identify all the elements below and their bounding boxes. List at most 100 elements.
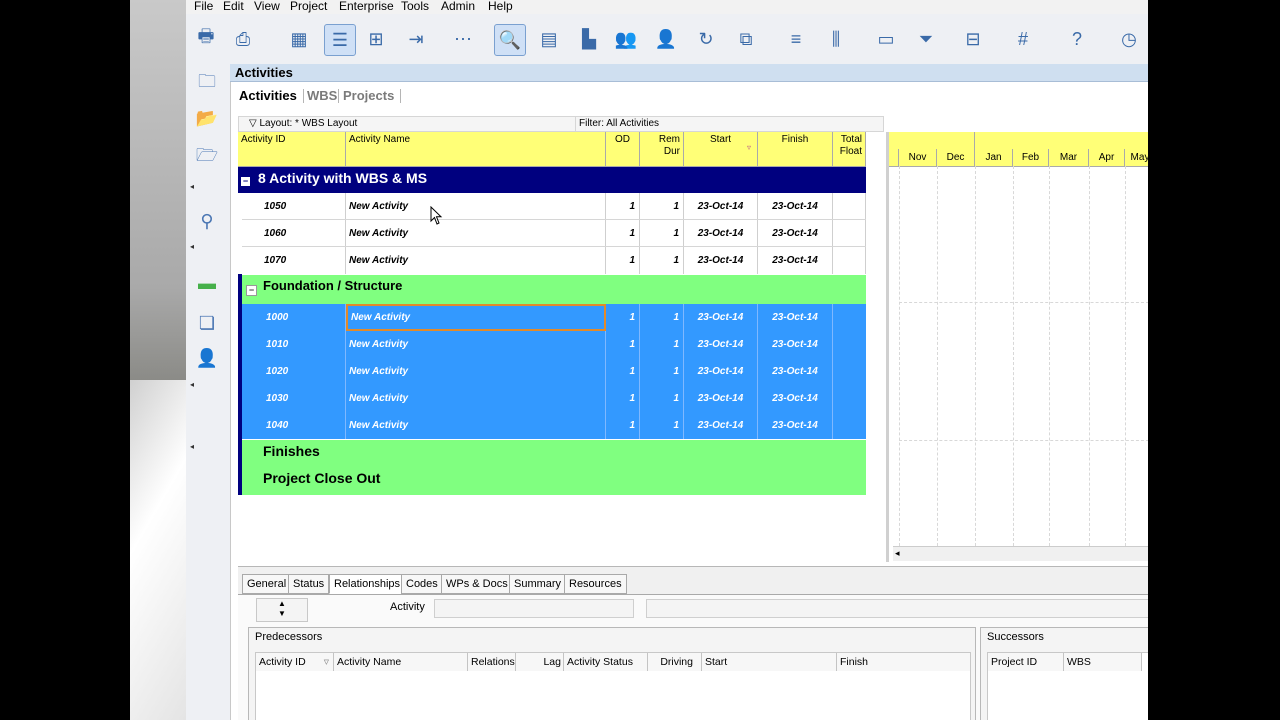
table-row[interactable]: 1040 New Activity 1 1 23-Oct-14 23-Oct-1…	[242, 412, 866, 439]
pred-col-activity-name[interactable]: Activity Name	[334, 653, 468, 671]
col-activity-id[interactable]: Activity ID	[238, 132, 346, 166]
columns-icon[interactable]: ⫼	[821, 24, 851, 54]
activity-bar-icon[interactable]: ▬	[192, 269, 222, 297]
layout-dropdown[interactable]: ▽ Layout: * WBS Layout	[249, 117, 357, 131]
bars-icon[interactable]: ≡	[781, 24, 811, 54]
activity-details-pane: General Status Relationships Codes WPs &…	[238, 566, 1148, 720]
clock-icon[interactable]: ◷	[1114, 24, 1144, 54]
menu-help[interactable]: Help	[488, 0, 513, 13]
wbs-finishes-row[interactable]: Finishes	[242, 440, 866, 467]
collapse-icon[interactable]: −	[241, 177, 250, 186]
collapse-icon[interactable]: −	[246, 285, 257, 296]
col-total-float[interactable]: Total Float	[833, 132, 866, 166]
tab-projects[interactable]: Projects	[343, 86, 394, 106]
table-row[interactable]: 1070 New Activity 1 1 23-Oct-14 23-Oct-1…	[238, 247, 866, 274]
user-icon[interactable]: 👤	[192, 344, 222, 372]
col-rem-dur[interactable]: Rem Dur	[640, 132, 684, 166]
wbs-finishes-label: Finishes	[263, 443, 320, 459]
cell-activity-name[interactable]: New Activity	[346, 304, 606, 331]
wbs-foundation-row[interactable]: − Foundation / Structure	[242, 275, 866, 304]
nav-up-icon[interactable]: ▲	[257, 599, 307, 609]
tab-general[interactable]: General	[242, 574, 292, 594]
pred-col-finish[interactable]: Finish	[837, 653, 970, 671]
binoculars-icon[interactable]: ⚲	[192, 207, 222, 235]
cell-activity-id: 1040	[242, 412, 346, 439]
trace-logic-icon[interactable]: ⇥	[401, 24, 431, 54]
menu-edit[interactable]: Edit	[223, 0, 244, 13]
open-project-icon[interactable]: 📂	[192, 104, 222, 132]
pred-col-activity-id[interactable]: Activity ID ▿	[256, 653, 334, 671]
menu-project[interactable]: Project	[290, 0, 327, 13]
menu-tools[interactable]: Tools	[401, 0, 429, 13]
cell-finish: 23-Oct-14	[758, 304, 833, 331]
table-row[interactable]: 1050 New Activity 1 1 23-Oct-14 23-Oct-1…	[238, 193, 866, 220]
columns-table-icon[interactable]: ▦	[284, 24, 314, 54]
tab-separator	[400, 89, 401, 103]
succ-col-project-id[interactable]: Project ID	[988, 653, 1064, 671]
tab-wbs[interactable]: WBS	[307, 86, 337, 106]
menu-admin[interactable]: Admin	[441, 0, 475, 13]
print-preview-icon[interactable]: ⎙	[228, 24, 258, 54]
tab-wps-docs[interactable]: WPs & Docs	[441, 574, 513, 594]
tab-status[interactable]: Status	[288, 574, 330, 594]
tab-codes[interactable]: Codes	[401, 574, 443, 594]
activity-name-field[interactable]	[646, 599, 1148, 618]
tab-summary[interactable]: Summary	[509, 574, 567, 594]
activity-usage-icon[interactable]: ▤	[534, 24, 564, 54]
activity-details-icon[interactable]: 🔍	[494, 24, 526, 56]
timescale-icon[interactable]: ▭	[871, 24, 901, 54]
hash-icon[interactable]: #	[1008, 24, 1038, 54]
table-row[interactable]: 1030 New Activity 1 1 23-Oct-14 23-Oct-1…	[242, 385, 866, 412]
pred-col-relations[interactable]: Relations	[468, 653, 516, 671]
level-resources-icon[interactable]: ⧉	[731, 24, 761, 54]
menu-view[interactable]: View	[254, 0, 280, 13]
layers-icon[interactable]: ❏	[192, 309, 222, 337]
menu-enterprise[interactable]: Enterprise	[339, 0, 394, 13]
group-sort-icon[interactable]: ⊟	[958, 24, 988, 54]
gantt-gridline	[1089, 166, 1090, 546]
filter-label[interactable]: Filter: All Activities	[575, 117, 659, 131]
mouse-cursor-icon	[430, 206, 443, 225]
year-cell	[889, 132, 975, 149]
pred-col-lag[interactable]: Lag	[516, 653, 564, 671]
resource-usage-icon[interactable]: 👤	[651, 24, 681, 54]
cell-total-float	[833, 247, 866, 274]
cell-activity-name: New Activity	[346, 193, 606, 220]
col-od[interactable]: OD	[606, 132, 640, 166]
pred-col-activity-status[interactable]: Activity Status	[564, 653, 648, 671]
bar-chart-icon[interactable]: ▙	[574, 24, 604, 54]
nav-stepper[interactable]: ▲ ▼	[256, 598, 308, 622]
sort-arrow-icon: ▿	[746, 143, 751, 152]
table-row[interactable]: 1010 New Activity 1 1 23-Oct-14 23-Oct-1…	[242, 331, 866, 358]
scroll-left-icon[interactable]: ◂	[895, 547, 900, 560]
tab-relationships[interactable]: Relationships	[329, 574, 406, 594]
col-start[interactable]: Start ▿	[684, 132, 758, 166]
gantt-scrollbar[interactable]: ◂	[893, 546, 1148, 561]
print-icon[interactable]: 🖶	[191, 24, 221, 54]
col-finish[interactable]: Finish	[758, 132, 833, 166]
table-row[interactable]: 1060 New Activity 1 1 23-Oct-14 23-Oct-1…	[238, 220, 866, 247]
col-activity-name[interactable]: Activity Name	[346, 132, 606, 166]
filter-icon[interactable]: ⏷	[911, 24, 941, 54]
tab-activities[interactable]: Activities	[239, 86, 297, 106]
resource-assignments-icon[interactable]: 👥	[611, 24, 641, 54]
wbs-project-row[interactable]: − 8 Activity with WBS & MS	[238, 167, 866, 193]
wbs-closeout-row[interactable]: Project Close Out	[242, 467, 866, 495]
progress-spotlight-icon[interactable]: ⋯	[448, 24, 478, 54]
gantt-chart-icon[interactable]: ☰	[324, 24, 356, 56]
cell-finish: 23-Oct-14	[758, 385, 833, 412]
help-icon[interactable]: ?	[1062, 24, 1092, 54]
tab-resources[interactable]: Resources	[564, 574, 627, 594]
activity-network-icon[interactable]: ⊞	[361, 24, 391, 54]
table-row[interactable]: 1000 New Activity 1 1 23-Oct-14 23-Oct-1…	[242, 304, 866, 331]
schedule-icon[interactable]: ↻	[691, 24, 721, 54]
nav-down-icon[interactable]: ▼	[257, 609, 307, 619]
menu-file[interactable]: File	[194, 0, 213, 13]
succ-col-wbs[interactable]: WBS	[1064, 653, 1142, 671]
add-folder-icon[interactable]: 🗀	[192, 70, 222, 98]
pred-col-driving[interactable]: Driving	[648, 653, 702, 671]
pred-col-start[interactable]: Start	[702, 653, 837, 671]
edit-project-icon[interactable]: 🗁	[192, 144, 222, 172]
activity-id-field[interactable]	[434, 599, 634, 618]
table-row[interactable]: 1020 New Activity 1 1 23-Oct-14 23-Oct-1…	[242, 358, 866, 385]
